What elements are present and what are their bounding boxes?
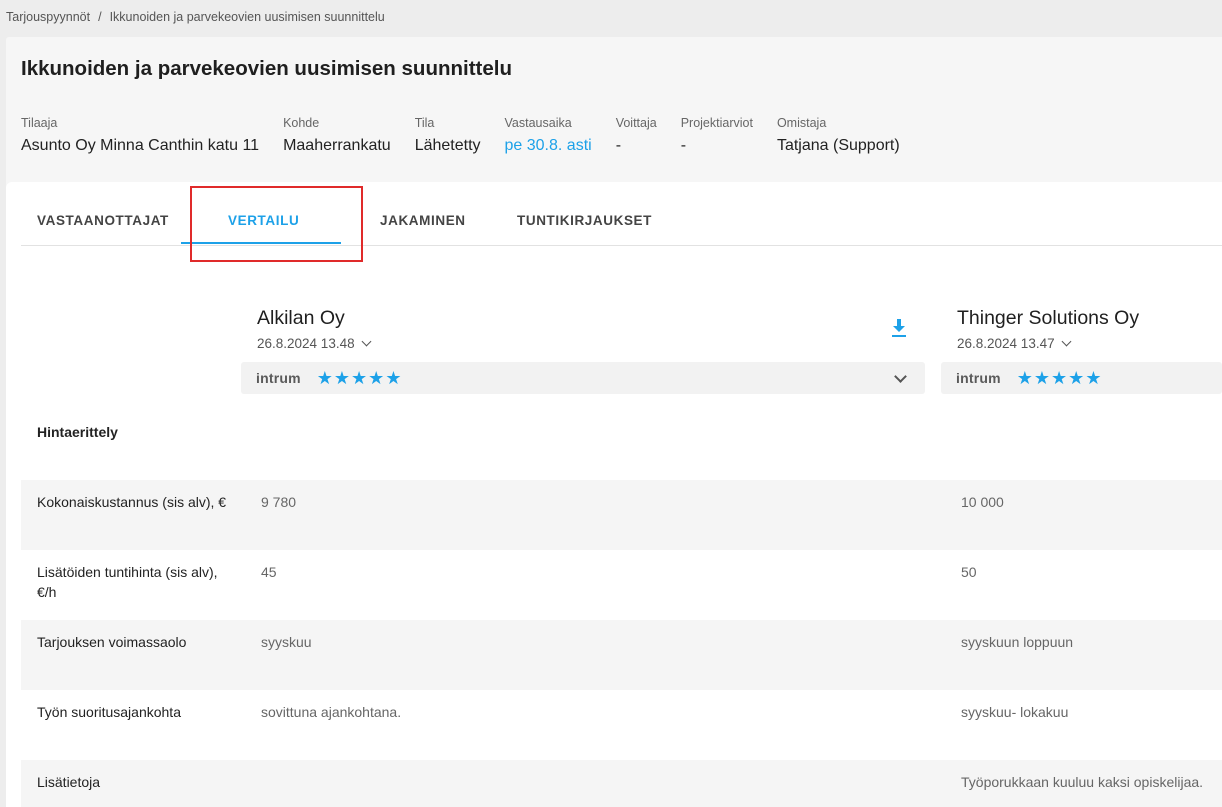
meta-target: Kohde Maaherrankatu (283, 116, 391, 155)
highlight-box (190, 186, 363, 262)
vendor-name: Alkilan Oy (257, 307, 345, 329)
intrum-logo: intrum (256, 370, 301, 386)
row-label: Lisätietoja (37, 774, 101, 790)
cell-value: Työporukkaan kuuluu kaksi opiskelijaa. (961, 774, 1204, 790)
meta-value: Lähetetty (414, 137, 481, 154)
vendor-date-dropdown[interactable]: 26.8.2024 13.47 (957, 336, 1139, 351)
cell-value: syyskuu (261, 634, 312, 650)
row-label: Työn suoritusajankohta (37, 704, 181, 720)
vendor-column-2: Thinger Solutions Oy 26.8.2024 13.47 (957, 307, 1139, 351)
star-rating: ★★★★★ (1016, 367, 1103, 388)
meta-owner: Omistaja Tatjana (Support) (777, 116, 900, 155)
row-label: Lisätöiden tuntihinta (sis alv), €/h (37, 564, 218, 600)
tab-sharing[interactable]: JAKAMINEN (380, 213, 466, 228)
section-title: Hintaerittely (37, 424, 118, 440)
cell-value: 9 780 (261, 494, 297, 510)
row-label: Tarjouksen voimassaolo (37, 634, 187, 650)
breadcrumb-separator: / (98, 10, 102, 24)
comparison-table: Kokonaiskustannus (sis alv), € 9 780 10 … (21, 480, 1222, 807)
tab-bar: VASTAANOTTAJAT VERTAILU JAKAMINEN TUNTIK… (21, 182, 1222, 262)
meta-label: Vastausaika (504, 116, 572, 130)
comparison-card: VASTAANOTTAJAT VERTAILU JAKAMINEN TUNTIK… (6, 182, 1222, 807)
table-row: Lisätöiden tuntihinta (sis alv), €/h 45 … (21, 550, 1222, 620)
meta-value: Maaherrankatu (283, 137, 391, 154)
breadcrumb: Tarjouspyynnöt / Ikkunoiden ja parvekeov… (6, 10, 385, 24)
cell-value: sovittuna ajankohtana. (261, 704, 402, 720)
meta-label: Voittaja (615, 116, 657, 130)
chevron-down-icon[interactable] (894, 370, 907, 383)
vendor-name: Thinger Solutions Oy (957, 307, 1140, 329)
cell-value: syyskuun loppuun (961, 634, 1074, 650)
vendor-date-text: 26.8.2024 13.47 (957, 336, 1055, 351)
star-rating: ★★★★★ (316, 367, 403, 388)
chevron-down-icon (1061, 336, 1072, 347)
row-label: Kokonaiskustannus (sis alv), € (37, 494, 227, 510)
intrum-logo: intrum (956, 370, 1001, 386)
meta-label: Kohde (283, 116, 320, 130)
request-header: Ikkunoiden ja parvekeovien uusimisen suu… (6, 37, 1222, 187)
table-row: Tarjouksen voimassaolo syyskuu syyskuun … (21, 620, 1222, 690)
meta-value: - (615, 137, 622, 154)
rating-bar-1[interactable]: intrum ★★★★★ (241, 362, 925, 394)
vendor-column-1: Alkilan Oy 26.8.2024 13.48 (257, 307, 372, 351)
meta-label: Tilaaja (21, 116, 58, 130)
meta-value: - (680, 137, 687, 154)
vendor-date-dropdown[interactable]: 26.8.2024 13.48 (257, 336, 372, 351)
cell-value: syyskuu- lokakuu (961, 704, 1069, 720)
chevron-down-icon (361, 336, 372, 347)
vendor-date-text: 26.8.2024 13.48 (257, 336, 355, 351)
meta-deadline: Vastausaika pe 30.8. asti (505, 116, 592, 155)
meta-label: Omistaja (776, 116, 827, 130)
deadline-link[interactable]: pe 30.8. asti (505, 137, 592, 155)
table-row: Työn suoritusajankohta sovittuna ajankoh… (21, 690, 1222, 760)
table-row: Kokonaiskustannus (sis alv), € 9 780 10 … (21, 480, 1222, 550)
meta-value: Asunto Oy Minna Canthin katu 11 (21, 137, 260, 154)
meta-estimates: Projektiarviot - (681, 116, 753, 155)
cell-value: 50 (961, 564, 977, 580)
rating-bar-2[interactable]: intrum ★★★★★ (941, 362, 1222, 394)
request-meta: Tilaaja Asunto Oy Minna Canthin katu 11 … (21, 116, 924, 155)
breadcrumb-current: Ikkunoiden ja parvekeovien uusimisen suu… (109, 10, 385, 24)
tab-time-entries[interactable]: TUNTIKIRJAUKSET (517, 213, 652, 228)
meta-value: Tatjana (Support) (776, 137, 900, 154)
breadcrumb-root-link[interactable]: Tarjouspyynnöt (6, 10, 90, 24)
meta-winner: Voittaja - (616, 116, 657, 155)
cell-value: 10 000 (961, 494, 1004, 510)
meta-label: Projektiarviot (680, 116, 753, 130)
meta-orderer: Tilaaja Asunto Oy Minna Canthin katu 11 (21, 116, 259, 155)
table-row: Lisätietoja Työporukkaan kuuluu kaksi op… (21, 760, 1222, 807)
page-title: Ikkunoiden ja parvekeovien uusimisen suu… (21, 57, 512, 80)
meta-label: Tila (414, 116, 435, 130)
cell-value: 45 (261, 564, 277, 580)
tab-recipients[interactable]: VASTAANOTTAJAT (37, 213, 169, 228)
meta-status: Tila Lähetetty (415, 116, 481, 155)
download-icon[interactable] (891, 318, 907, 338)
